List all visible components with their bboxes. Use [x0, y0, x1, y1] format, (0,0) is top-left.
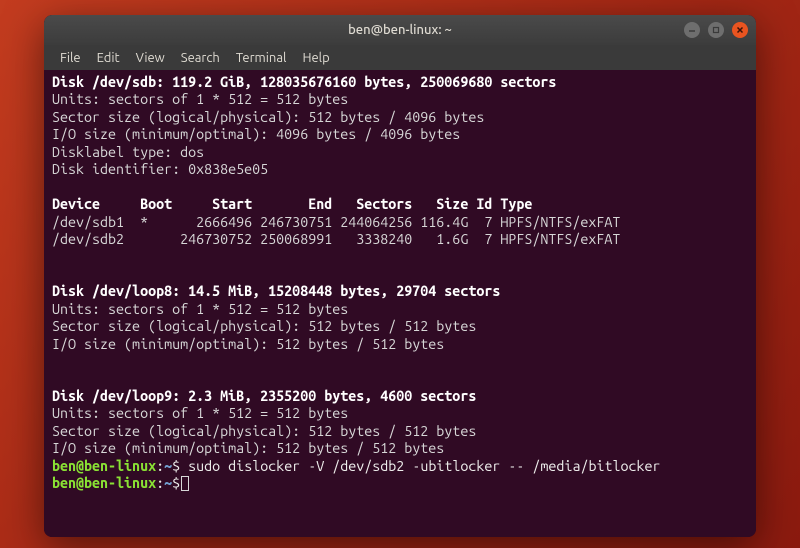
maximize-icon	[712, 26, 720, 34]
output-line: Units: sectors of 1 * 512 = 512 bytes	[52, 91, 348, 107]
prompt-symbol: $	[172, 475, 180, 491]
output-line: Disklabel type: dos	[52, 144, 204, 160]
output-line: I/O size (minimum/optimal): 512 bytes / …	[52, 440, 444, 456]
output-line: Sector size (logical/physical): 512 byte…	[52, 423, 476, 439]
menu-file[interactable]: File	[52, 48, 89, 68]
terminal-window: ben@ben-linux: ~ File Edit View Search T…	[44, 15, 756, 537]
close-button[interactable]	[732, 22, 748, 38]
output-line: /dev/sdb1 * 2666496 246730751 244064256 …	[52, 214, 620, 230]
prompt-userhost: ben@ben-linux	[52, 475, 156, 491]
menu-view[interactable]: View	[128, 48, 173, 68]
window-controls	[684, 22, 748, 38]
titlebar: ben@ben-linux: ~	[44, 15, 756, 45]
window-title: ben@ben-linux: ~	[348, 23, 452, 37]
menu-terminal[interactable]: Terminal	[228, 48, 295, 68]
output-line: Sector size (logical/physical): 512 byte…	[52, 318, 476, 334]
output-line: Disk /dev/loop8: 14.5 MiB, 15208448 byte…	[52, 283, 500, 299]
output-line: I/O size (minimum/optimal): 4096 bytes /…	[52, 126, 460, 142]
prompt-colon: :	[156, 475, 164, 491]
command-input: sudo dislocker -V /dev/sdb2 -ubitlocker …	[180, 458, 660, 474]
prompt-path: ~	[164, 458, 172, 474]
menubar: File Edit View Search Terminal Help	[44, 45, 756, 70]
prompt-userhost: ben@ben-linux	[52, 458, 156, 474]
terminal-output[interactable]: Disk /dev/sdb: 119.2 GiB, 128035676160 b…	[44, 70, 756, 537]
prompt-path: ~	[164, 475, 172, 491]
minimize-button[interactable]	[684, 22, 700, 38]
menu-edit[interactable]: Edit	[89, 48, 128, 68]
menu-help[interactable]: Help	[294, 48, 337, 68]
minimize-icon	[688, 26, 696, 34]
prompt-colon: :	[156, 458, 164, 474]
output-line: Device Boot Start End Sectors Size Id Ty…	[52, 196, 532, 212]
output-line: /dev/sdb2 246730752 250068991 3338240 1.…	[52, 231, 620, 247]
output-line: I/O size (minimum/optimal): 512 bytes / …	[52, 336, 444, 352]
cursor-icon	[181, 476, 189, 491]
output-line: Disk /dev/loop9: 2.3 MiB, 2355200 bytes,…	[52, 388, 476, 404]
prompt-symbol: $	[172, 458, 180, 474]
output-line: Disk /dev/sdb: 119.2 GiB, 128035676160 b…	[52, 74, 556, 90]
output-line: Units: sectors of 1 * 512 = 512 bytes	[52, 301, 348, 317]
close-icon	[736, 26, 744, 34]
menu-search[interactable]: Search	[173, 48, 228, 68]
maximize-button[interactable]	[708, 22, 724, 38]
output-line: Sector size (logical/physical): 512 byte…	[52, 109, 484, 125]
output-line: Disk identifier: 0x838e5e05	[52, 161, 268, 177]
output-line: Units: sectors of 1 * 512 = 512 bytes	[52, 405, 348, 421]
